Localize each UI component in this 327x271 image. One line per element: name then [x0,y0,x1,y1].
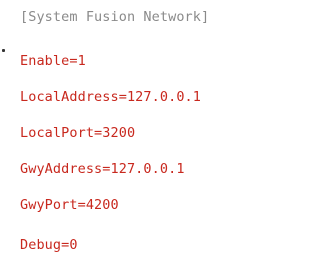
config-line-local-address[interactable]: LocalAddress=127.0.0.1 [20,86,201,108]
config-line-enable[interactable]: Enable=1 [20,50,86,72]
config-text-editor[interactable]: [System Fusion Network] Enable=1 LocalAd… [0,0,327,271]
config-line-gwy-port[interactable]: GwyPort=4200 [20,194,119,216]
section-header-line[interactable]: [System Fusion Network] [20,6,209,28]
config-line-debug[interactable]: Debug=0 [20,234,78,256]
line-margin-marker [2,49,5,52]
config-line-local-port[interactable]: LocalPort=3200 [20,122,135,144]
config-line-gwy-address[interactable]: GwyAddress=127.0.0.1 [20,158,185,180]
